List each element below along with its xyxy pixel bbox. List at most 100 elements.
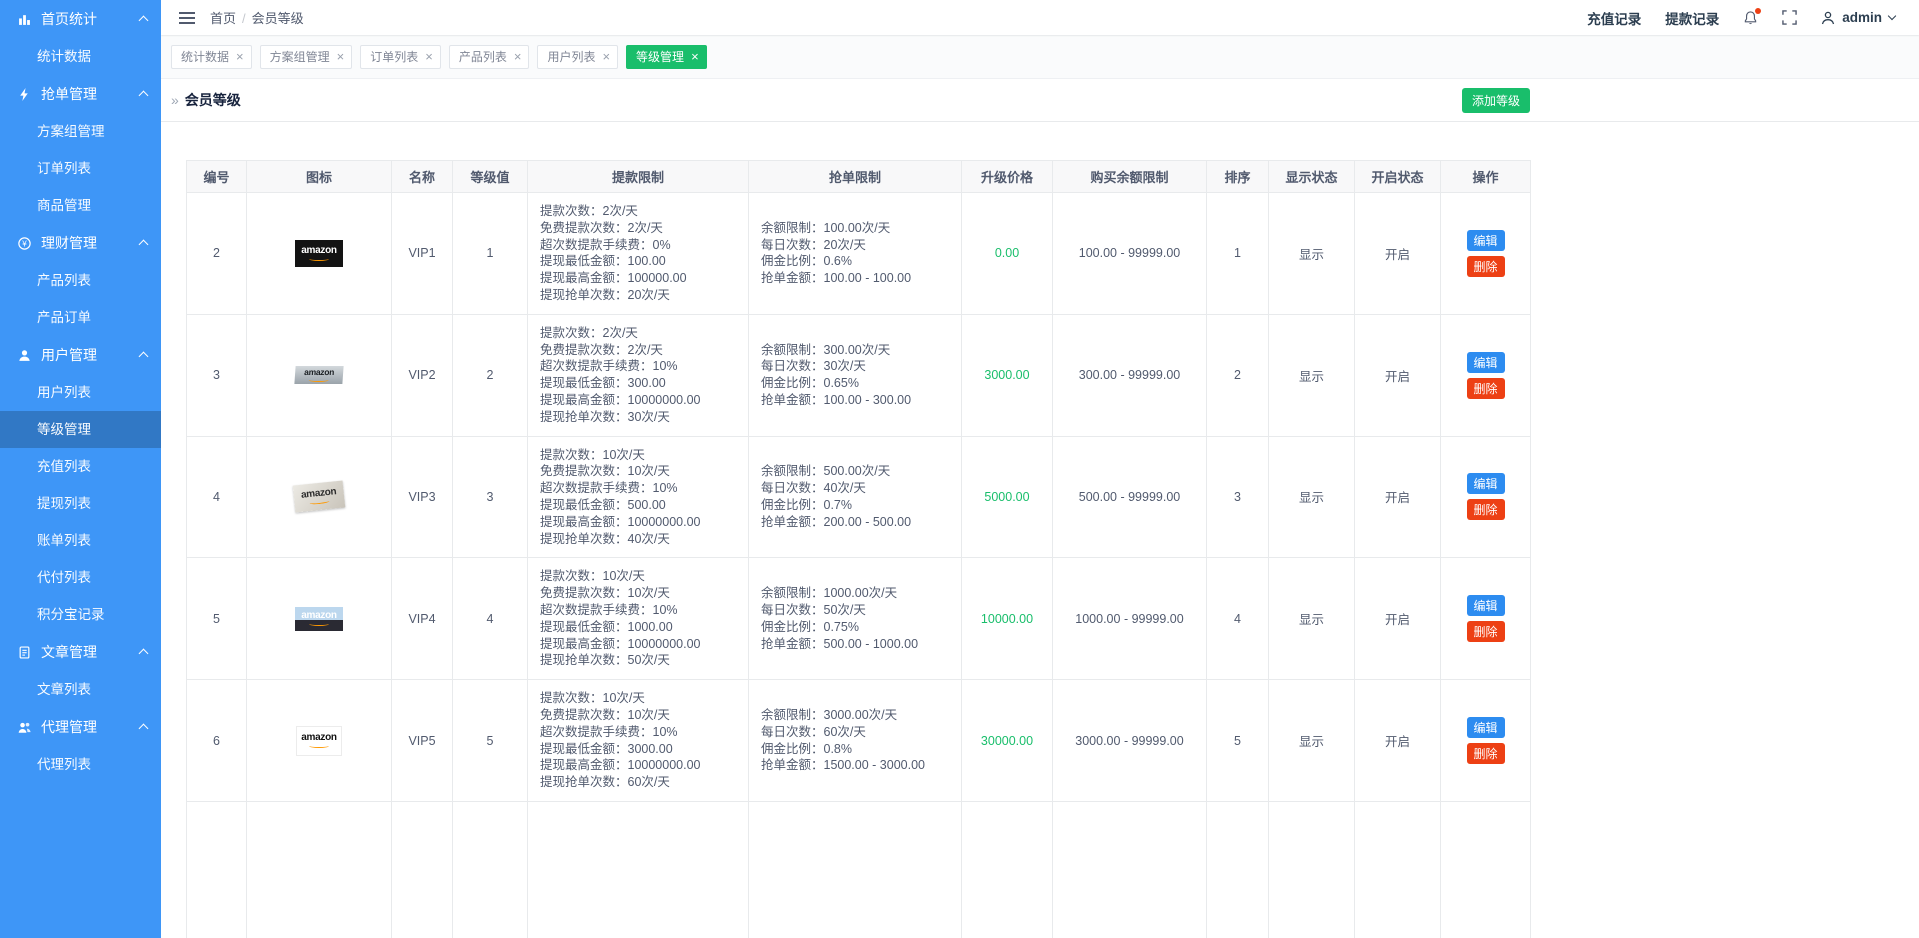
tab-close-icon[interactable]: ×: [514, 50, 522, 63]
cell-name: VIP1: [392, 193, 453, 315]
sidebar-section-header[interactable]: 文章管理: [0, 633, 161, 671]
user-menu[interactable]: admin: [1821, 10, 1895, 25]
limit-line: 余额限制：500.00次/天: [761, 463, 955, 480]
sidebar-item[interactable]: 充值列表: [0, 448, 161, 485]
delete-button[interactable]: 删除: [1467, 621, 1505, 642]
tab-label: 统计数据: [181, 48, 229, 65]
cell-enable-status: 开启: [1355, 314, 1441, 436]
sidebar: 首页统计 统计数据 抢单管理 方案组管理订单列表商品管理 ¥ 理财管理 产品列表…: [0, 0, 161, 938]
cell-name: VIP2: [392, 314, 453, 436]
column-header: 升级价格: [962, 161, 1053, 193]
cell-balance-range: 3000.00 - 99999.00: [1053, 680, 1207, 802]
sidebar-section-label: 文章管理: [41, 642, 140, 662]
table-row: 2 amazon VIP1 1 提款次数：2次/天免费提款次数：2次/天超次数提…: [187, 193, 1531, 315]
sidebar-section-header[interactable]: 抢单管理: [0, 75, 161, 113]
tab-close-icon[interactable]: ×: [602, 50, 610, 63]
sidebar-item[interactable]: 方案组管理: [0, 113, 161, 150]
open-tab[interactable]: 订单列表 ×: [360, 45, 441, 69]
sidebar-item[interactable]: 账单列表: [0, 522, 161, 559]
limit-line: 抢单金额：1500.00 - 3000.00: [761, 757, 955, 774]
edit-button[interactable]: 编辑: [1467, 352, 1505, 373]
tab-close-icon[interactable]: ×: [337, 50, 345, 63]
bell-icon[interactable]: [1743, 10, 1758, 26]
menu-toggle-icon[interactable]: [179, 8, 195, 28]
edit-button[interactable]: 编辑: [1467, 473, 1505, 494]
limit-line: 提现最低金额：500.00: [540, 497, 742, 514]
sidebar-section-header[interactable]: ¥ 理财管理: [0, 224, 161, 262]
sidebar-item[interactable]: 产品列表: [0, 262, 161, 299]
cell-id: 4: [187, 436, 247, 558]
delete-button[interactable]: 删除: [1467, 743, 1505, 764]
delete-button[interactable]: 删除: [1467, 378, 1505, 399]
tab-label: 订单列表: [370, 48, 418, 65]
limit-line: 余额限制：1000.00次/天: [761, 585, 955, 602]
sidebar-item[interactable]: 用户列表: [0, 374, 161, 411]
tab-close-icon[interactable]: ×: [236, 50, 244, 63]
sidebar-item[interactable]: 统计数据: [0, 38, 161, 75]
edit-button[interactable]: 编辑: [1467, 230, 1505, 251]
limit-line: 提款次数：2次/天: [540, 325, 742, 342]
column-header: 显示状态: [1269, 161, 1355, 193]
sidebar-item[interactable]: 商品管理: [0, 187, 161, 224]
sidebar-section-header[interactable]: 用户管理: [0, 336, 161, 374]
edit-button[interactable]: 编辑: [1467, 717, 1505, 738]
topbar-right: 充值记录 提款记录 admin: [1587, 8, 1895, 28]
open-tab[interactable]: 产品列表 ×: [449, 45, 530, 69]
limit-line: 抢单金额：500.00 - 1000.00: [761, 636, 955, 653]
cell-withdraw-limits: 提款次数：10次/天免费提款次数：10次/天超次数提款手续费：10%提现最低金额…: [528, 436, 749, 558]
sidebar-section: 首页统计 统计数据: [0, 0, 161, 75]
cell-level-value: 2: [453, 314, 528, 436]
sidebar-item[interactable]: 产品订单: [0, 299, 161, 336]
open-tab[interactable]: 用户列表 ×: [537, 45, 618, 69]
cell-display-status: 显示: [1269, 436, 1355, 558]
column-header: 排序: [1207, 161, 1269, 193]
chevron-up-icon: [139, 352, 149, 362]
fullscreen-icon[interactable]: [1782, 10, 1797, 25]
breadcrumb-home[interactable]: 首页: [210, 11, 236, 26]
delete-button[interactable]: 删除: [1467, 499, 1505, 520]
amazon-logo-image: amazon: [295, 607, 343, 631]
recharge-records-link[interactable]: 充值记录: [1587, 8, 1641, 28]
limit-line: 免费提款次数：10次/天: [540, 585, 742, 602]
cell-sort: 3: [1207, 436, 1269, 558]
chevron-up-icon: [139, 240, 149, 250]
svg-text:¥: ¥: [21, 239, 27, 248]
sidebar-section-label: 理财管理: [41, 233, 140, 253]
cell-upgrade-price: 0.00: [962, 193, 1053, 315]
sidebar-item[interactable]: 订单列表: [0, 150, 161, 187]
title-marker: »: [171, 92, 179, 108]
sidebar-section-header[interactable]: 代理管理: [0, 708, 161, 746]
limit-line: 提现抢单次数：50次/天: [540, 652, 742, 669]
sidebar-section-items: 产品列表产品订单: [0, 262, 161, 336]
limit-line: 提款次数：10次/天: [540, 447, 742, 464]
withdraw-records-link[interactable]: 提款记录: [1665, 8, 1719, 28]
limit-line: 提款次数：10次/天: [540, 568, 742, 585]
sidebar-item[interactable]: 代理列表: [0, 746, 161, 783]
tab-close-icon[interactable]: ×: [691, 50, 699, 63]
sidebar-section-label: 用户管理: [41, 345, 140, 365]
sidebar-item[interactable]: 提现列表: [0, 485, 161, 522]
open-tab[interactable]: 统计数据 ×: [171, 45, 252, 69]
sidebar-item[interactable]: 文章列表: [0, 671, 161, 708]
sidebar-item[interactable]: 积分宝记录: [0, 596, 161, 633]
sidebar-item[interactable]: 代付列表: [0, 559, 161, 596]
cell-enable-status: 开启: [1355, 436, 1441, 558]
open-tab[interactable]: 等级管理 ×: [626, 45, 707, 69]
sidebar-section-label: 代理管理: [41, 717, 140, 737]
add-level-button[interactable]: 添加等级: [1462, 88, 1530, 113]
sidebar-section-header[interactable]: 首页统计: [0, 0, 161, 38]
column-header: 抢单限制: [749, 161, 962, 193]
amazon-smile-arc: [309, 622, 329, 626]
cell-enable-status: 开启: [1355, 558, 1441, 680]
limit-line: 佣金比例：0.8%: [761, 741, 955, 758]
edit-button[interactable]: 编辑: [1467, 595, 1505, 616]
cell-withdraw-limits: 提款次数：2次/天免费提款次数：2次/天超次数提款手续费：10%提现最低金额：3…: [528, 314, 749, 436]
table-row: 5 amazon VIP4 4 提款次数：10次/天免费提款次数：10次/天超次…: [187, 558, 1531, 680]
delete-button[interactable]: 删除: [1467, 256, 1505, 277]
sidebar-item[interactable]: 等级管理: [0, 411, 161, 448]
limit-line: 佣金比例：0.75%: [761, 619, 955, 636]
tab-close-icon[interactable]: ×: [425, 50, 433, 63]
sidebar-section: ¥ 理财管理 产品列表产品订单: [0, 224, 161, 336]
open-tab[interactable]: 方案组管理 ×: [260, 45, 353, 69]
cell-enable-status: 开启: [1355, 680, 1441, 802]
